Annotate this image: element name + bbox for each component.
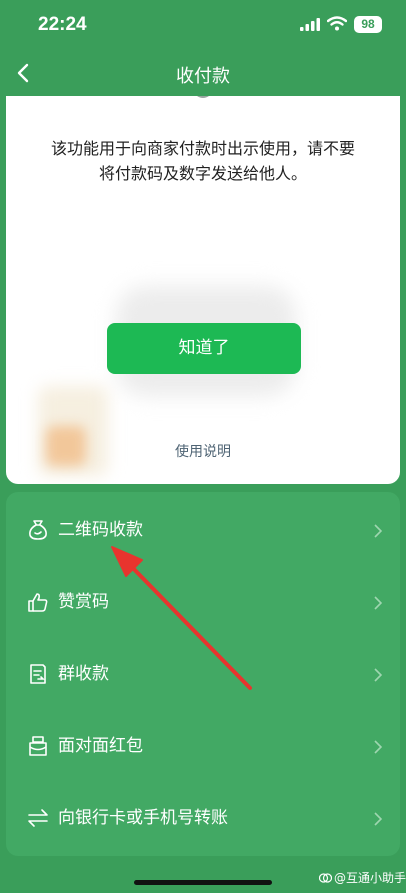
usage-instructions-link[interactable]: 使用说明 [6, 441, 400, 461]
signal-icon [300, 18, 320, 31]
chevron-right-icon [374, 596, 382, 610]
menu-item-label: 向银行卡或手机号转账 [58, 808, 228, 828]
thumbs-up-icon [28, 593, 48, 612]
group-bill-icon [30, 664, 46, 684]
menu-item-label: 赞赏码 [58, 592, 109, 612]
menu-item-group-collection[interactable]: 群收款 [6, 638, 400, 710]
battery-indicator: 98 [354, 16, 382, 33]
payment-menu: 二维码收款 赞赏码 群收款 面对面红包 向银行卡或手机号转账 [6, 492, 400, 856]
menu-item-appreciation-code[interactable]: 赞赏码 [6, 566, 400, 638]
notice-text: 该功能用于向商家付款时出示使用，请不要 将付款码及数字发送给他人。 [50, 139, 355, 183]
menu-item-label: 群收款 [58, 664, 109, 684]
home-indicator[interactable] [134, 880, 272, 885]
chevron-right-icon [374, 668, 382, 682]
money-bag-icon [29, 520, 47, 540]
menu-item-label: 二维码收款 [58, 520, 143, 540]
got-it-button[interactable]: 知道了 [107, 323, 301, 374]
chevron-right-icon [374, 812, 382, 826]
transfer-icon [28, 809, 48, 827]
chevron-right-icon [374, 740, 382, 754]
watermark-logo-icon [319, 873, 332, 883]
chevron-right-icon [374, 524, 382, 538]
shield-icon [197, 96, 209, 98]
notice-card: 该功能用于向商家付款时出示使用，请不要 将付款码及数字发送给他人。 知道了 使用… [6, 96, 400, 484]
status-time: 22:24 [38, 14, 87, 35]
nav-bar: 收付款 [0, 50, 406, 96]
menu-item-label: 面对面红包 [58, 736, 143, 756]
wifi-icon [327, 16, 347, 31]
watermark-text: @互通小助手 [334, 871, 406, 885]
status-bar: 22:24 98 [0, 0, 406, 50]
page-title: 收付款 [176, 66, 230, 87]
menu-item-face-to-face-red-packet[interactable]: 面对面红包 [6, 710, 400, 782]
red-packet-icon [29, 736, 47, 756]
menu-item-bank-or-phone-transfer[interactable]: 向银行卡或手机号转账 [6, 782, 400, 854]
menu-item-qr-receive[interactable]: 二维码收款 [6, 494, 400, 566]
